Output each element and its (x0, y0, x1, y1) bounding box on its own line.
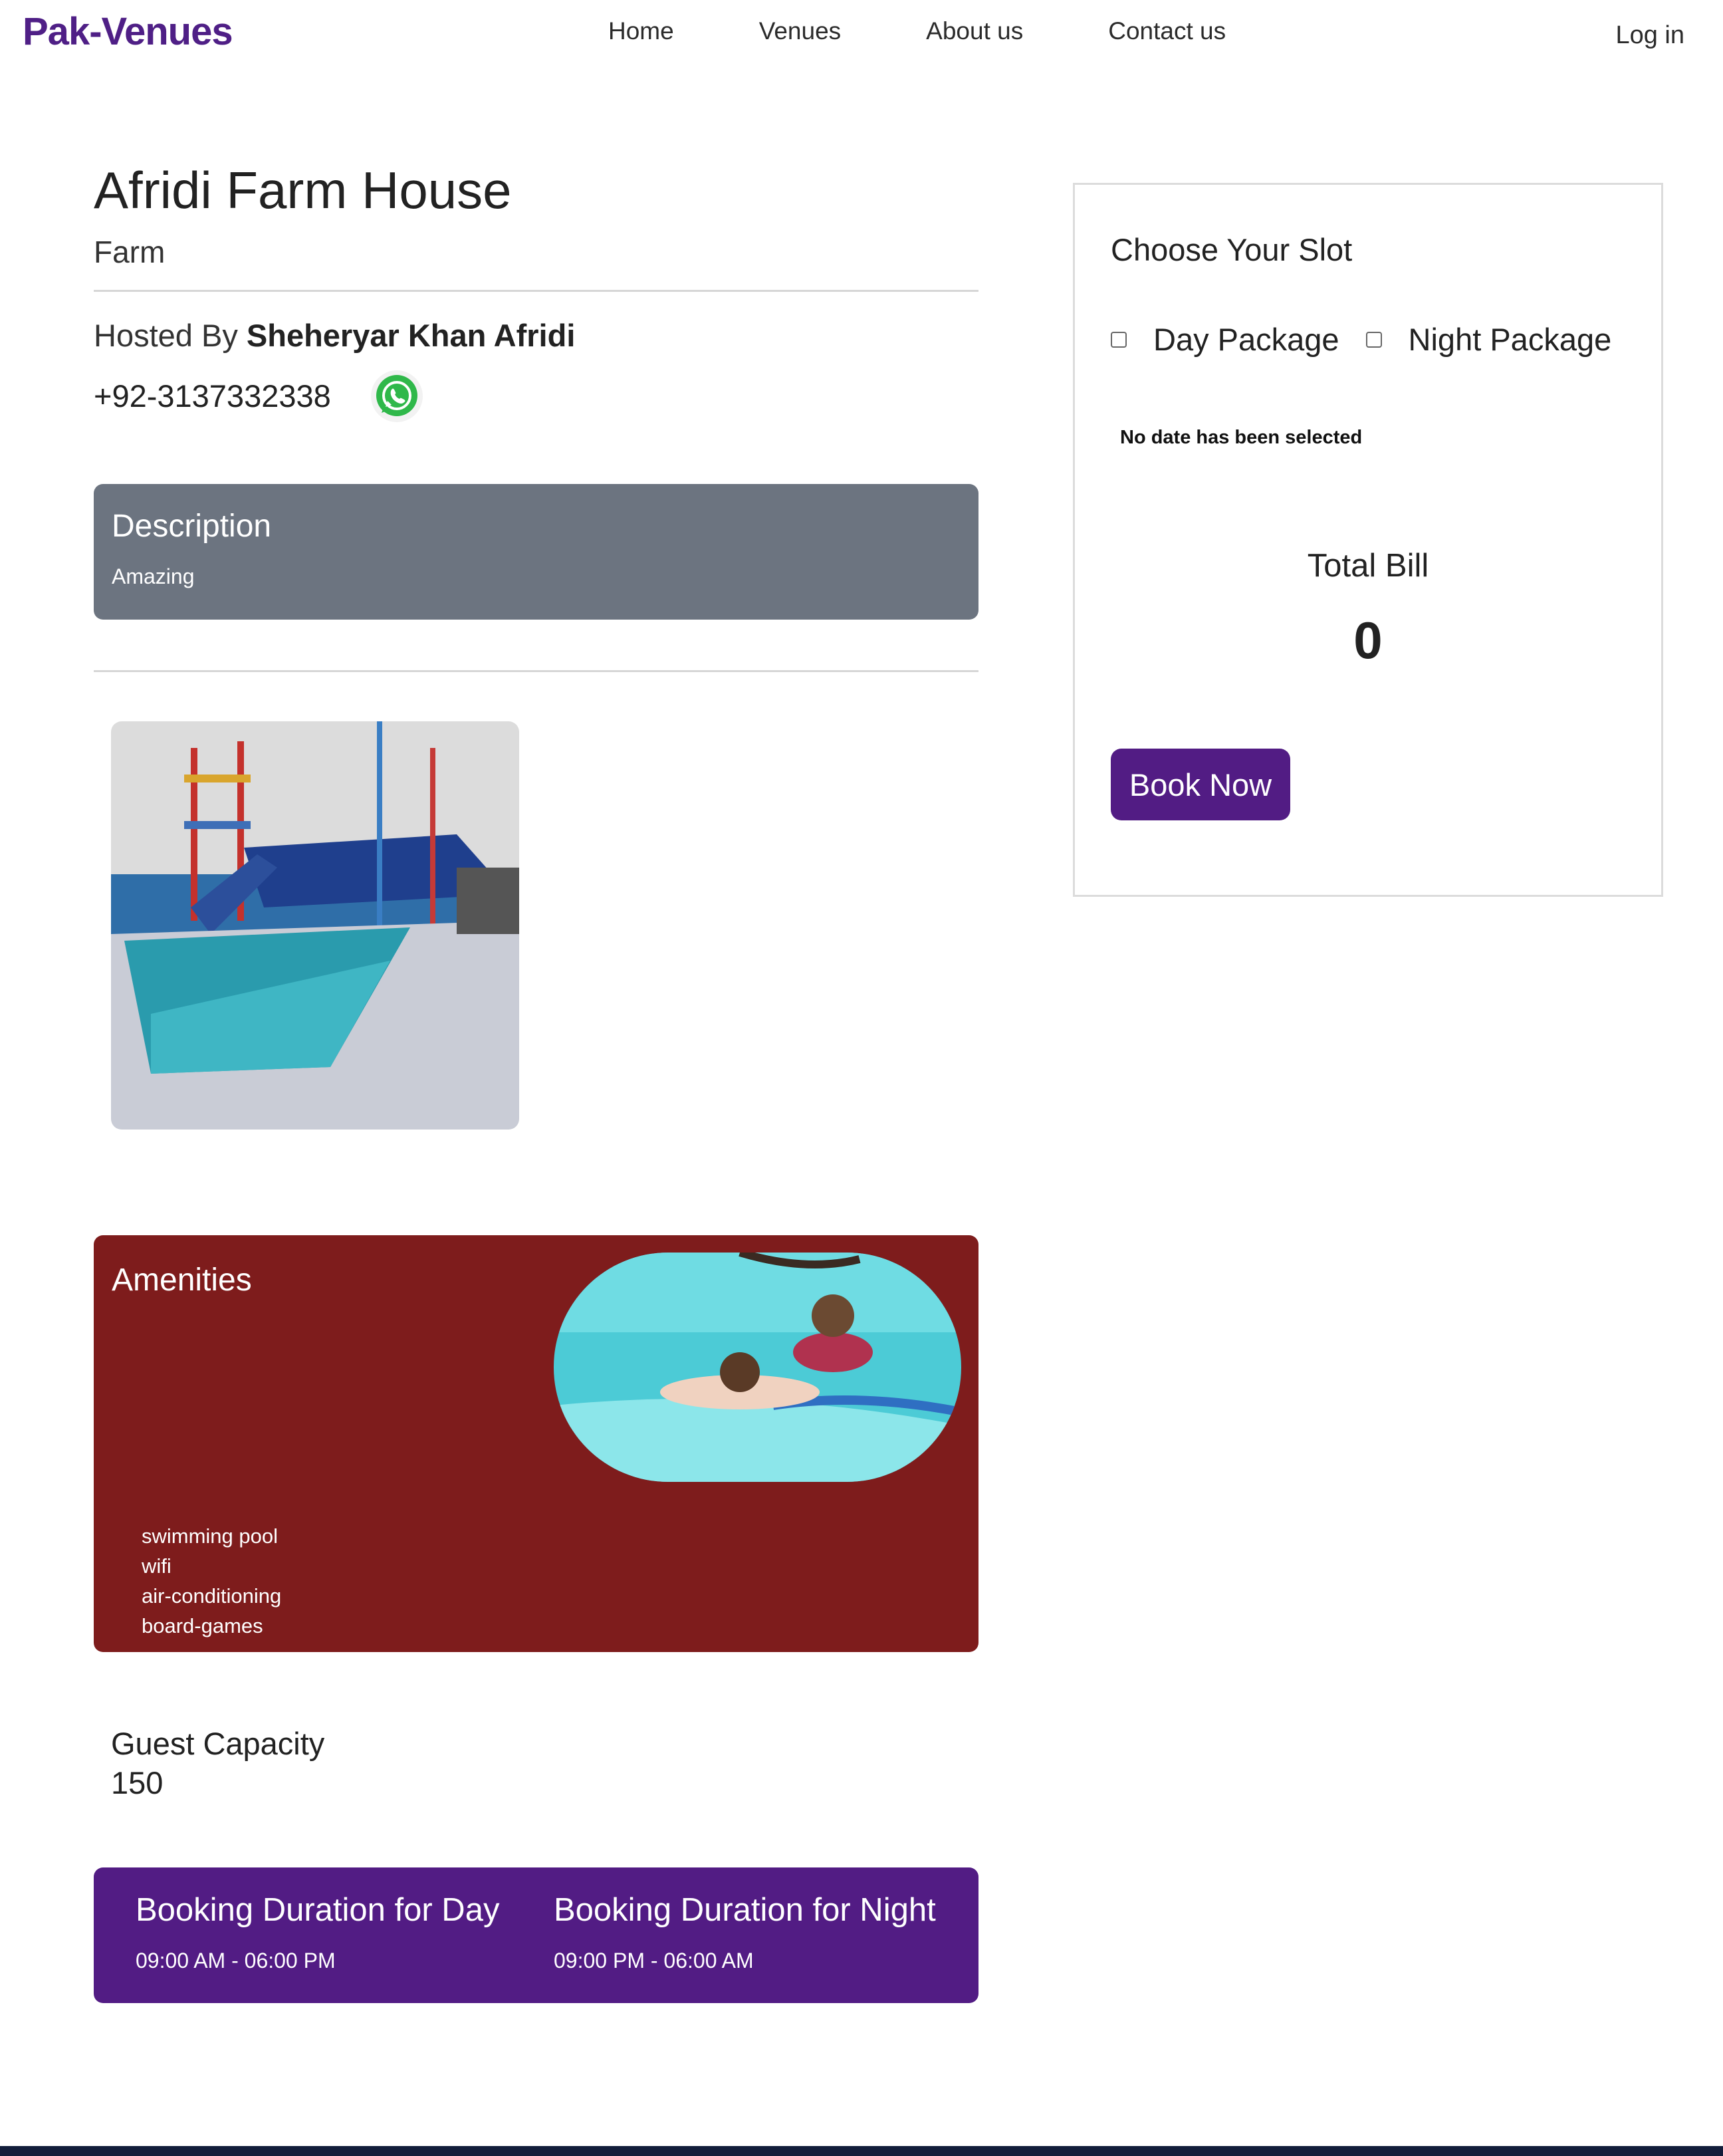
amenities-list: swimming pool wifi air-conditioning boar… (142, 1521, 281, 1641)
phone-number: +92-3137332338 (94, 378, 331, 414)
list-item: wifi (142, 1554, 172, 1578)
amenities-photo (554, 1252, 961, 1482)
nav-link-contact[interactable]: Contact us (1108, 17, 1226, 45)
divider (94, 669, 978, 672)
night-duration-title: Booking Duration for Night (554, 1891, 936, 1928)
slot-title: Choose Your Slot (1111, 232, 1353, 267)
description-text: Amazing (112, 564, 195, 588)
day-duration-title: Booking Duration for Day (136, 1891, 500, 1928)
nav-link-home[interactable]: Home (608, 17, 674, 45)
night-package-checkbox[interactable] (1365, 331, 1382, 348)
amenities-title: Amenities (112, 1262, 252, 1298)
list-item: board-games (142, 1614, 263, 1637)
venue-details: Afridi Farm House Farm Hosted By Shehery… (94, 160, 978, 2003)
day-package-label[interactable]: Day Package (1153, 321, 1339, 358)
night-duration: Booking Duration for Night 09:00 PM - 06… (554, 1891, 936, 1973)
venue-title: Afridi Farm House (94, 161, 512, 219)
list-item: swimming pool (142, 1524, 279, 1548)
login-link[interactable]: Log in (1615, 21, 1684, 50)
whatsapp-icon[interactable] (370, 369, 424, 423)
description-title: Description (112, 508, 272, 544)
night-package-label[interactable]: Night Package (1409, 321, 1612, 358)
footer (0, 2146, 1723, 2156)
package-options: Day Package Night Package (1111, 321, 1638, 358)
hosted-by-label: Hosted By (94, 317, 238, 353)
guest-capacity: Guest Capacity 150 (111, 1725, 978, 1801)
capacity-value: 150 (111, 1764, 164, 1800)
description-card: Description Amazing (94, 483, 978, 620)
total-bill-label: Total Bill (1307, 548, 1429, 584)
day-duration-time: 09:00 AM - 06:00 PM (136, 1948, 336, 1973)
booking-durations-card: Booking Duration for Day 09:00 AM - 06:0… (94, 1867, 978, 2003)
day-package-checkbox[interactable] (1111, 331, 1127, 348)
phone-row: +92-3137332338 (94, 368, 978, 424)
divider (94, 289, 978, 292)
amenities-card: Amenities swimming pool wifi air-conditi… (94, 1235, 978, 1652)
list-item: air-conditioning (142, 1584, 282, 1608)
date-status: No date has been selected (1120, 427, 1363, 448)
book-now-button[interactable]: Book Now (1111, 749, 1290, 820)
venue-photo[interactable] (111, 721, 519, 1130)
nav-link-about[interactable]: About us (926, 17, 1023, 45)
nav-links: Home Venues About us Contact us (608, 17, 1311, 45)
host-line: Hosted By Sheheryar Khan Afridi (94, 317, 978, 354)
night-duration-time: 09:00 PM - 06:00 AM (554, 1948, 754, 1973)
booking-panel: Choose Your Slot Day Package Night Packa… (1073, 183, 1663, 897)
nav-link-venues[interactable]: Venues (759, 17, 841, 45)
capacity-label: Guest Capacity (111, 1725, 325, 1761)
total-bill-value: 0 (1353, 611, 1383, 669)
host-name: Sheheryar Khan Afridi (246, 317, 576, 353)
navbar: Pak-Venues Home Venues About us Contact … (0, 0, 1723, 73)
venue-type: Farm (94, 234, 166, 269)
brand-logo[interactable]: Pak-Venues (23, 9, 233, 54)
day-duration: Booking Duration for Day 09:00 AM - 06:0… (136, 1891, 499, 1973)
